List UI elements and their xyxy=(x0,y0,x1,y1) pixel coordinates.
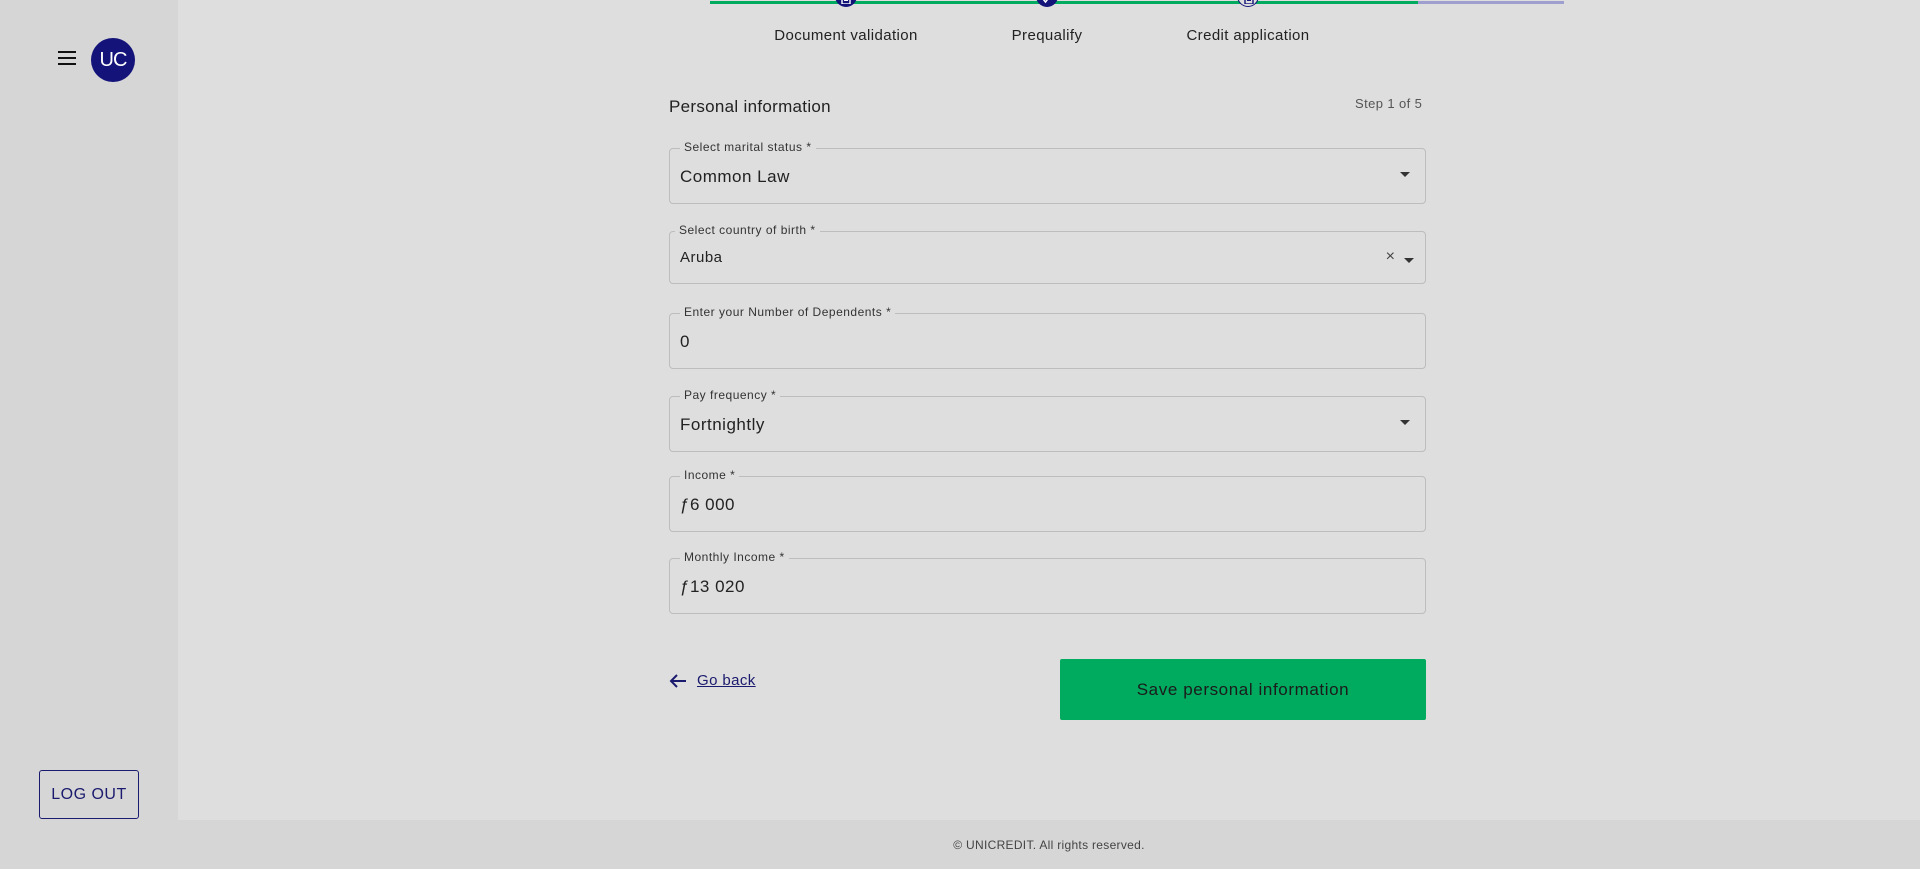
go-back-label[interactable]: Go back xyxy=(697,672,756,689)
monthly-income-label: Monthly Income * xyxy=(680,550,789,564)
go-back-link[interactable]: Go back xyxy=(669,672,756,689)
footer: © UNICREDIT. All rights reserved. xyxy=(178,820,1920,869)
clear-icon[interactable]: × xyxy=(1386,248,1395,266)
marital-status-select[interactable]: Select marital status * Common Law xyxy=(669,140,1426,204)
country-of-birth-value: Aruba xyxy=(680,249,723,266)
avatar[interactable]: UC xyxy=(91,38,135,82)
arrow-left-icon xyxy=(669,673,686,688)
stepper-pending-line xyxy=(1418,1,1564,4)
pay-frequency-select[interactable]: Pay frequency * Fortnightly xyxy=(669,388,1426,452)
hamburger-menu-icon[interactable] xyxy=(56,49,78,67)
income-input[interactable]: Income * ƒ6 000 xyxy=(669,468,1426,532)
chevron-down-icon[interactable] xyxy=(1400,172,1410,177)
country-of-birth-select[interactable]: Select country of birth * Aruba × xyxy=(669,223,1426,284)
sidebar: UC LOG OUT xyxy=(0,0,178,869)
pay-frequency-label: Pay frequency * xyxy=(680,388,781,402)
step-label-credit-application: Credit application xyxy=(1186,27,1310,44)
save-personal-information-button[interactable]: Save personal information xyxy=(1060,659,1426,720)
copyright-text: © UNICREDIT. All rights reserved. xyxy=(953,837,1145,852)
income-value: ƒ6 000 xyxy=(680,495,735,514)
monthly-income-input[interactable]: Monthly Income * ƒ13 020 xyxy=(669,550,1426,614)
dependents-value: 0 xyxy=(680,332,690,351)
section-title: Personal information xyxy=(669,97,831,116)
dependents-input[interactable]: Enter your Number of Dependents * 0 xyxy=(669,305,1426,369)
monthly-income-value: ƒ13 020 xyxy=(680,577,745,596)
step-label-prequalify: Prequalify xyxy=(1011,27,1083,44)
step-document-icon xyxy=(835,0,857,7)
marital-status-value: Common Law xyxy=(680,167,790,186)
chevron-down-icon[interactable] xyxy=(1404,258,1414,263)
country-of-birth-label: Select country of birth * xyxy=(675,223,820,237)
step-document-icon xyxy=(1237,0,1259,7)
pay-frequency-value: Fortnightly xyxy=(680,415,765,434)
dependents-label: Enter your Number of Dependents * xyxy=(680,305,896,319)
logout-button[interactable]: LOG OUT xyxy=(39,770,139,819)
step-label-document-validation: Document validation xyxy=(774,27,918,44)
chevron-down-icon[interactable] xyxy=(1400,420,1410,425)
marital-status-label: Select marital status * xyxy=(680,140,816,154)
stepper-progress-line xyxy=(710,1,1418,4)
income-label: Income * xyxy=(680,468,740,482)
step-indicator: Step 1 of 5 xyxy=(1355,96,1423,111)
step-checklist-icon xyxy=(1036,0,1058,7)
